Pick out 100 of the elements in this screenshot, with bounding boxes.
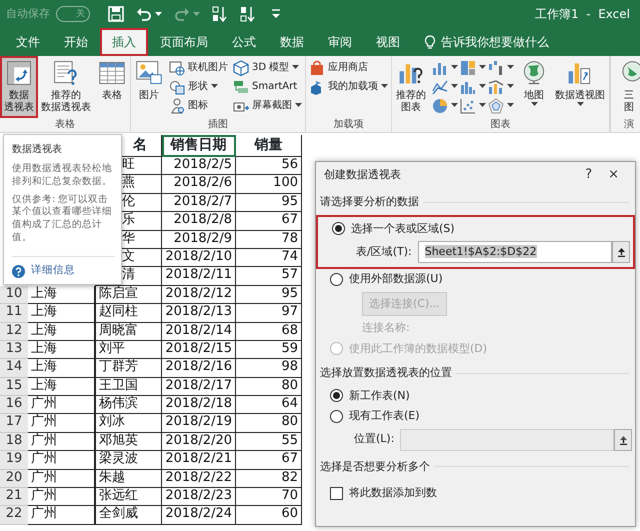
chart-type-button[interactable] [459, 58, 487, 77]
column-header[interactable]: 销量 [236, 135, 302, 157]
sort-descending-icon[interactable] [240, 6, 256, 22]
chart-type-button[interactable] [487, 58, 515, 77]
caret-icon [295, 103, 302, 108]
ribbon-button[interactable]: 3D 模型 [232, 58, 303, 77]
checkbox[interactable] [330, 486, 343, 500]
table-cell: 广州 [28, 506, 95, 525]
radio-label[interactable]: 现有工作表(E) [349, 408, 420, 424]
ribbon-tab[interactable]: 开始 [52, 28, 100, 56]
table-cell: 2018/2/18 [162, 396, 236, 414]
ribbon-tab[interactable]: 视图 [364, 28, 412, 56]
hierarchy-icon [233, 78, 249, 94]
radio-button[interactable] [330, 410, 343, 423]
row-header[interactable]: 16 [0, 396, 28, 414]
group-label: 图表 [490, 118, 512, 132]
row-header[interactable]: 11 [0, 304, 28, 323]
ribbon-tab[interactable]: 页面布局 [148, 28, 220, 56]
pie-chart-icon [432, 98, 448, 114]
table-cell: 上海 [28, 359, 95, 378]
collapse-button[interactable] [612, 241, 630, 263]
table-cell: 68 [236, 322, 302, 341]
ribbon-button[interactable]: 推荐的 数据透视表 [39, 58, 93, 116]
ribbon-button[interactable]: 图标 [168, 96, 229, 115]
radio-label[interactable]: 选择一个表或区域(S) [351, 220, 455, 237]
sort-ascending-icon[interactable] [212, 6, 228, 22]
row-header[interactable]: 21 [0, 488, 28, 506]
column-header[interactable]: 销售日期 [162, 135, 236, 157]
checkbox-label[interactable]: 将此数据添加到数 [349, 485, 437, 502]
table-cell: 82 [236, 470, 302, 488]
row-header[interactable]: 20 [0, 470, 28, 488]
chart-type-button[interactable] [459, 96, 487, 115]
collapse-button[interactable] [614, 428, 632, 450]
table-cell: 2018/2/5 [162, 157, 236, 176]
group-label: 演 [623, 118, 635, 132]
ribbon-button[interactable]: 地图 [518, 58, 550, 116]
row-header[interactable]: 12 [0, 322, 28, 341]
ribbon-tab[interactable]: 审阅 [316, 28, 364, 56]
close-button[interactable]: × [600, 165, 627, 185]
radio-button[interactable] [330, 389, 343, 402]
undo-icon[interactable] [136, 6, 152, 22]
field-label: 位置(L): [354, 431, 394, 448]
table-cell: 上海 [28, 340, 95, 360]
caret-icon [451, 103, 458, 108]
table-cell: 2018/2/8 [162, 212, 236, 231]
row-header[interactable]: 17 [0, 414, 28, 433]
ribbon-button[interactable]: 图片 [133, 58, 165, 116]
table-cell: 60 [236, 506, 302, 525]
ribbon-button[interactable]: 推荐的 图表 [394, 58, 428, 116]
caret-icon [155, 12, 162, 16]
scatter-chart-icon [460, 98, 476, 114]
row-header[interactable]: 19 [0, 451, 28, 470]
table-cell: 2018/2/19 [162, 414, 236, 433]
upload-arrow-icon [616, 247, 626, 257]
caret-icon [507, 84, 514, 89]
ribbon-button[interactable]: SmartArt [232, 77, 303, 96]
row-header[interactable]: 22 [0, 506, 28, 525]
combo-chart-icon [488, 78, 504, 94]
ribbon-button[interactable]: 三 图 [613, 58, 640, 116]
row-header[interactable]: 15 [0, 378, 28, 396]
ribbon-tab[interactable]: 文件 [4, 28, 52, 56]
more-info-link[interactable]: 详细信息 [31, 263, 75, 279]
save-icon[interactable] [108, 6, 124, 22]
table-cell: 2018/2/22 [162, 470, 236, 488]
ribbon-button[interactable]: 联机图片 [168, 58, 229, 77]
row-header[interactable]: 13 [0, 340, 28, 360]
table-cell: 2018/2/12 [162, 286, 236, 304]
table-cell: 95 [236, 194, 302, 212]
row-header[interactable]: 10 [0, 286, 28, 304]
caret-icon [451, 84, 458, 89]
ribbon-button[interactable]: 数据 透视表 [2, 58, 36, 116]
table-cell: 2018/2/21 [162, 451, 236, 470]
radio-label[interactable]: 新工作表(N) [349, 388, 410, 404]
chart-type-button[interactable] [431, 96, 459, 115]
radio-label[interactable]: 使用外部数据源(U) [349, 271, 443, 288]
ribbon-tab[interactable]: 公式 [220, 28, 268, 56]
range-field[interactable]: Sheet1!$A$2:$D$22 [418, 241, 612, 263]
row-header[interactable]: 18 [0, 432, 28, 452]
row-header[interactable]: 14 [0, 359, 28, 378]
caret-icon [193, 12, 200, 16]
radio-button[interactable] [330, 272, 343, 286]
ribbon-tab[interactable]: 数据 [268, 28, 316, 56]
waterfall-chart-icon [488, 60, 504, 76]
table-cell: 57 [236, 267, 302, 286]
ribbon-button[interactable]: 数据透视图 [553, 58, 607, 116]
ribbon-button[interactable]: 表格 [96, 58, 128, 116]
ribbon-button[interactable]: 形状 [168, 77, 229, 96]
table-cell: 丁群芳 [95, 359, 162, 378]
radio-button[interactable] [332, 222, 345, 236]
lightbulb-icon[interactable] [424, 34, 436, 50]
table-cell: 74 [236, 248, 302, 268]
ribbon-tab[interactable]: 插入 [100, 28, 148, 56]
chart-type-button[interactable] [487, 96, 515, 115]
field-label: 表/区域(T): [356, 244, 412, 260]
help-button[interactable]: ? [577, 165, 600, 185]
table-cell: 上海 [28, 378, 95, 396]
ribbon-button[interactable]: 我的加载项 [308, 77, 389, 96]
tell-me-field[interactable]: 告诉我你想要做什么 [439, 32, 589, 52]
ribbon-button[interactable]: 应用商店 [308, 58, 389, 77]
ribbon-button[interactable]: 屏幕截图 [232, 96, 303, 115]
